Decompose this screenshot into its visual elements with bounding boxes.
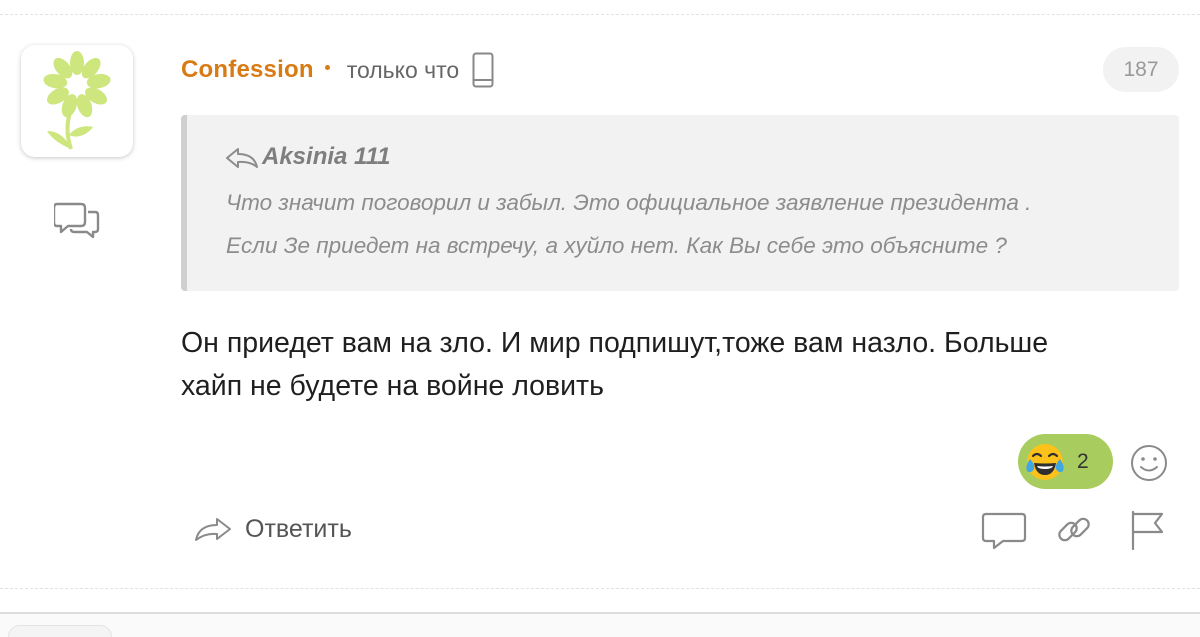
flag-icon[interactable] [1127, 508, 1167, 552]
bottom-divider [0, 588, 1200, 589]
comment-counter-badge[interactable]: 187 [1103, 47, 1179, 92]
reply-icon [195, 518, 231, 541]
quote-header: Aksinia 111 [224, 143, 391, 171]
add-reaction-icon[interactable] [1129, 443, 1169, 483]
separator-dot [324, 64, 330, 70]
quote-line: Что значит поговорил и забыл. Это официа… [226, 190, 1032, 215]
laughing-tears-icon [1026, 443, 1064, 480]
reaction-count: 2 [1077, 449, 1089, 473]
comment-body: Он приедет вам на зло. И мир подпишут,то… [181, 322, 1196, 408]
next-comment-edge [0, 612, 1200, 637]
next-comment-tab [8, 625, 112, 637]
reaction-badge[interactable]: 2 [1018, 434, 1113, 489]
reply-button[interactable]: Ответить [193, 507, 352, 551]
avatar[interactable] [21, 45, 133, 157]
comment-line: Он приедет вам на зло. И мир подпишут,то… [181, 327, 1049, 359]
quote-author[interactable]: Aksinia 111 [262, 143, 391, 171]
link-icon[interactable] [1054, 508, 1094, 552]
comment-header: Confession только что [181, 50, 494, 90]
author-name[interactable]: Confession [181, 56, 314, 84]
reply-arrow-icon [226, 148, 258, 168]
comment-icon[interactable] [981, 508, 1027, 552]
timestamp: только что [346, 56, 460, 83]
comments-icon[interactable] [54, 200, 100, 240]
quote-text: Что значит поговорил и забыл. Это официа… [226, 181, 1171, 267]
top-divider [0, 14, 1200, 15]
quoted-comment[interactable]: Aksinia 111 Что значит поговорил и забыл… [181, 115, 1179, 291]
mobile-device-icon [472, 52, 494, 88]
comment-line: хайп не будете на войне ловить [181, 370, 604, 402]
flower-icon [43, 51, 111, 150]
reply-label: Ответить [245, 514, 352, 543]
quote-line: Если Зе приедет на встречу, а хуйло нет.… [226, 233, 1007, 258]
